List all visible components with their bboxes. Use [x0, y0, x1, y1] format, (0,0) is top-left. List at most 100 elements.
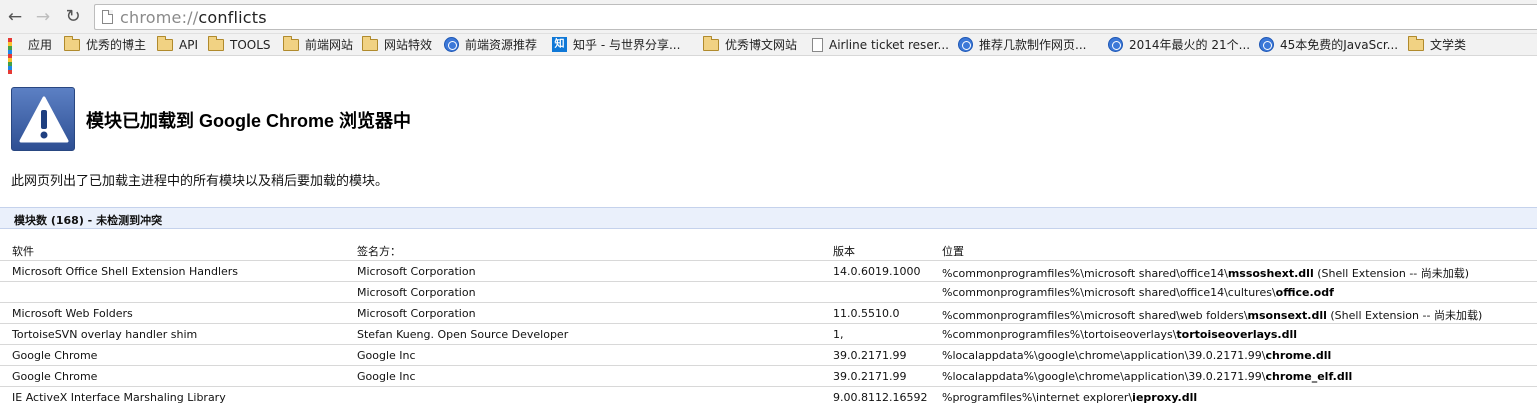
url-host: conflicts: [198, 8, 267, 27]
folder-icon: [64, 35, 80, 51]
folder-icon: [208, 35, 224, 51]
bookmark-label: 网站特效: [384, 38, 433, 52]
location-path: %commonprogramfiles%\microsoft shared\we…: [942, 309, 1248, 322]
folder-icon: [703, 35, 719, 51]
bookmark-folder-tools[interactable]: TOOLS: [208, 35, 271, 53]
bookmark-label: Airline ticket reser...: [829, 38, 949, 52]
location-path: %programfiles%\internet explorer\: [942, 391, 1133, 404]
page-description: 此网页列出了已加载主进程中的所有模块以及稍后要加载的模块。: [11, 174, 389, 189]
cell-software: Google Chrome: [12, 349, 98, 362]
bookmark-label: 优秀博文网站: [725, 38, 798, 52]
cell-location: %commonprogramfiles%\microsoft shared\of…: [942, 286, 1334, 299]
browser-toolbar: ← → ↻ chrome://conflicts: [0, 0, 1537, 34]
bookmark-label: 应用: [28, 38, 53, 52]
table-row: Google Chrome Google Inc 39.0.2171.99 %l…: [0, 365, 1537, 386]
location-path: %localappdata%\google\chrome\application…: [942, 349, 1266, 362]
page-icon: [102, 10, 113, 24]
page-title: 模块已加载到 Google Chrome 浏览器中: [86, 111, 412, 131]
cell-location: %localappdata%\google\chrome\application…: [942, 349, 1331, 362]
bookmark-web-tools[interactable]: 推荐几款制作网页...: [958, 37, 1086, 53]
bookmark-folder-literature[interactable]: 文学类: [1408, 35, 1467, 53]
bookmark-folder-effects[interactable]: 网站特效: [362, 35, 433, 53]
bookmark-label: API: [179, 38, 198, 52]
location-path: %commonprogramfiles%\microsoft shared\of…: [942, 267, 1228, 280]
cell-version: 39.0.2171.99: [833, 370, 907, 383]
location-note: (Shell Extension -- 尚未加载): [1313, 267, 1470, 280]
table-row: Microsoft Web Folders Microsoft Corporat…: [0, 302, 1537, 323]
cell-signer: Microsoft Corporation: [357, 265, 476, 278]
location-file: mssoshext.dll: [1227, 267, 1314, 280]
reload-button[interactable]: ↻: [62, 6, 84, 28]
cell-location: %commonprogramfiles%\microsoft shared\we…: [942, 307, 1482, 323]
bookmark-free-javascript[interactable]: 45本免费的JavaScr...: [1259, 37, 1398, 53]
cell-signer: Microsoft Corporation: [357, 286, 476, 299]
location-path: %localappdata%\google\chrome\application…: [942, 370, 1266, 383]
location-file: ieproxy.dll: [1132, 391, 1198, 404]
bookmark-label: TOOLS: [230, 38, 271, 52]
url-text[interactable]: chrome://conflicts: [120, 8, 267, 27]
table-row: IE ActiveX Interface Marshaling Library …: [0, 386, 1537, 407]
cell-location: %localappdata%\google\chrome\application…: [942, 370, 1352, 383]
cell-version: 11.0.5510.0: [833, 307, 900, 320]
globe-icon: [1108, 37, 1123, 52]
bookmark-apps[interactable]: 应用: [8, 37, 53, 74]
bookmarks-bar: 应用 优秀的博主 API TOOLS 前端网站 网站特效 前端资源推荐 知知乎 …: [0, 34, 1537, 74]
bookmark-frontend-resources[interactable]: 前端资源推荐: [444, 37, 537, 53]
location-file: msonsext.dll: [1247, 309, 1327, 322]
bookmark-label: 2014年最火的 21个...: [1129, 38, 1251, 52]
cell-software: Microsoft Office Shell Extension Handler…: [12, 265, 239, 278]
forward-button[interactable]: →: [32, 6, 54, 28]
folder-icon: [362, 35, 378, 51]
address-bar[interactable]: chrome://conflicts: [94, 4, 1537, 30]
cell-software: TortoiseSVN overlay handler shim: [12, 328, 198, 341]
cell-version: 14.0.6019.1000: [833, 265, 921, 278]
zhihu-icon: 知: [552, 37, 567, 52]
location-file: chrome_elf.dll: [1265, 370, 1353, 383]
module-summary: 模块数 (168) - 未检测到冲突: [14, 214, 163, 227]
bookmark-label: 前端网站: [305, 38, 354, 52]
cell-signer: Google Inc: [357, 349, 416, 362]
location-path: %commonprogramfiles%\tortoiseoverlays\: [942, 328, 1177, 341]
cell-signer: Microsoft Corporation: [357, 307, 476, 320]
table-row: Microsoft Corporation %commonprogramfile…: [0, 281, 1537, 302]
bookmark-airline[interactable]: Airline ticket reser...: [812, 37, 949, 53]
cell-signer: Stefan Kueng. Open Source Developer: [357, 328, 569, 341]
bookmark-label: 知乎 - 与世界分享...: [573, 38, 681, 52]
location-note: (Shell Extension -- 尚未加载): [1326, 309, 1483, 322]
header-software: 软件: [12, 245, 34, 258]
document-icon: [812, 37, 823, 52]
location-file: tortoiseoverlays.dll: [1176, 328, 1298, 341]
cell-version: 9.00.8112.16592: [833, 391, 928, 404]
table-row: Microsoft Office Shell Extension Handler…: [0, 260, 1537, 281]
bookmark-folder-api[interactable]: API: [157, 35, 198, 53]
cell-software: Google Chrome: [12, 370, 98, 383]
cell-version: 39.0.2171.99: [833, 349, 907, 362]
bookmark-label: 45本免费的JavaScr...: [1280, 38, 1399, 52]
cell-software: IE ActiveX Interface Marshaling Library: [12, 391, 226, 404]
module-summary-bar: 模块数 (168) - 未检测到冲突: [0, 207, 1537, 229]
folder-icon: [1408, 35, 1424, 51]
bookmark-zhihu[interactable]: 知知乎 - 与世界分享...: [552, 37, 680, 53]
cell-location: %commonprogramfiles%\tortoiseoverlays\to…: [942, 328, 1297, 341]
bookmark-folder-blog-sites[interactable]: 优秀博文网站: [703, 35, 798, 53]
folder-icon: [157, 35, 173, 51]
cell-signer: Google Inc: [357, 370, 416, 383]
header-location: 位置: [942, 245, 964, 258]
cell-location: %commonprogramfiles%\microsoft shared\of…: [942, 265, 1469, 281]
back-button[interactable]: ←: [4, 6, 26, 28]
folder-icon: [283, 35, 299, 51]
location-path: %commonprogramfiles%\microsoft shared\of…: [942, 286, 1276, 299]
bookmark-label: 优秀的博主: [86, 38, 147, 52]
bookmark-label: 前端资源推荐: [465, 38, 538, 52]
warning-icon: [11, 87, 75, 151]
location-file: chrome.dll: [1265, 349, 1332, 362]
bookmark-folder-bloggers[interactable]: 优秀的博主: [64, 35, 147, 53]
table-row: Google Chrome Google Inc 39.0.2171.99 %l…: [0, 344, 1537, 365]
bookmark-folder-frontend-sites[interactable]: 前端网站: [283, 35, 354, 53]
globe-icon: [1259, 37, 1274, 52]
table-row: TortoiseSVN overlay handler shim Stefan …: [0, 323, 1537, 344]
globe-icon: [444, 37, 459, 52]
apps-icon: [8, 37, 22, 74]
bookmark-2014-popular[interactable]: 2014年最火的 21个...: [1108, 37, 1250, 53]
bookmark-label: 文学类: [1430, 38, 1467, 52]
